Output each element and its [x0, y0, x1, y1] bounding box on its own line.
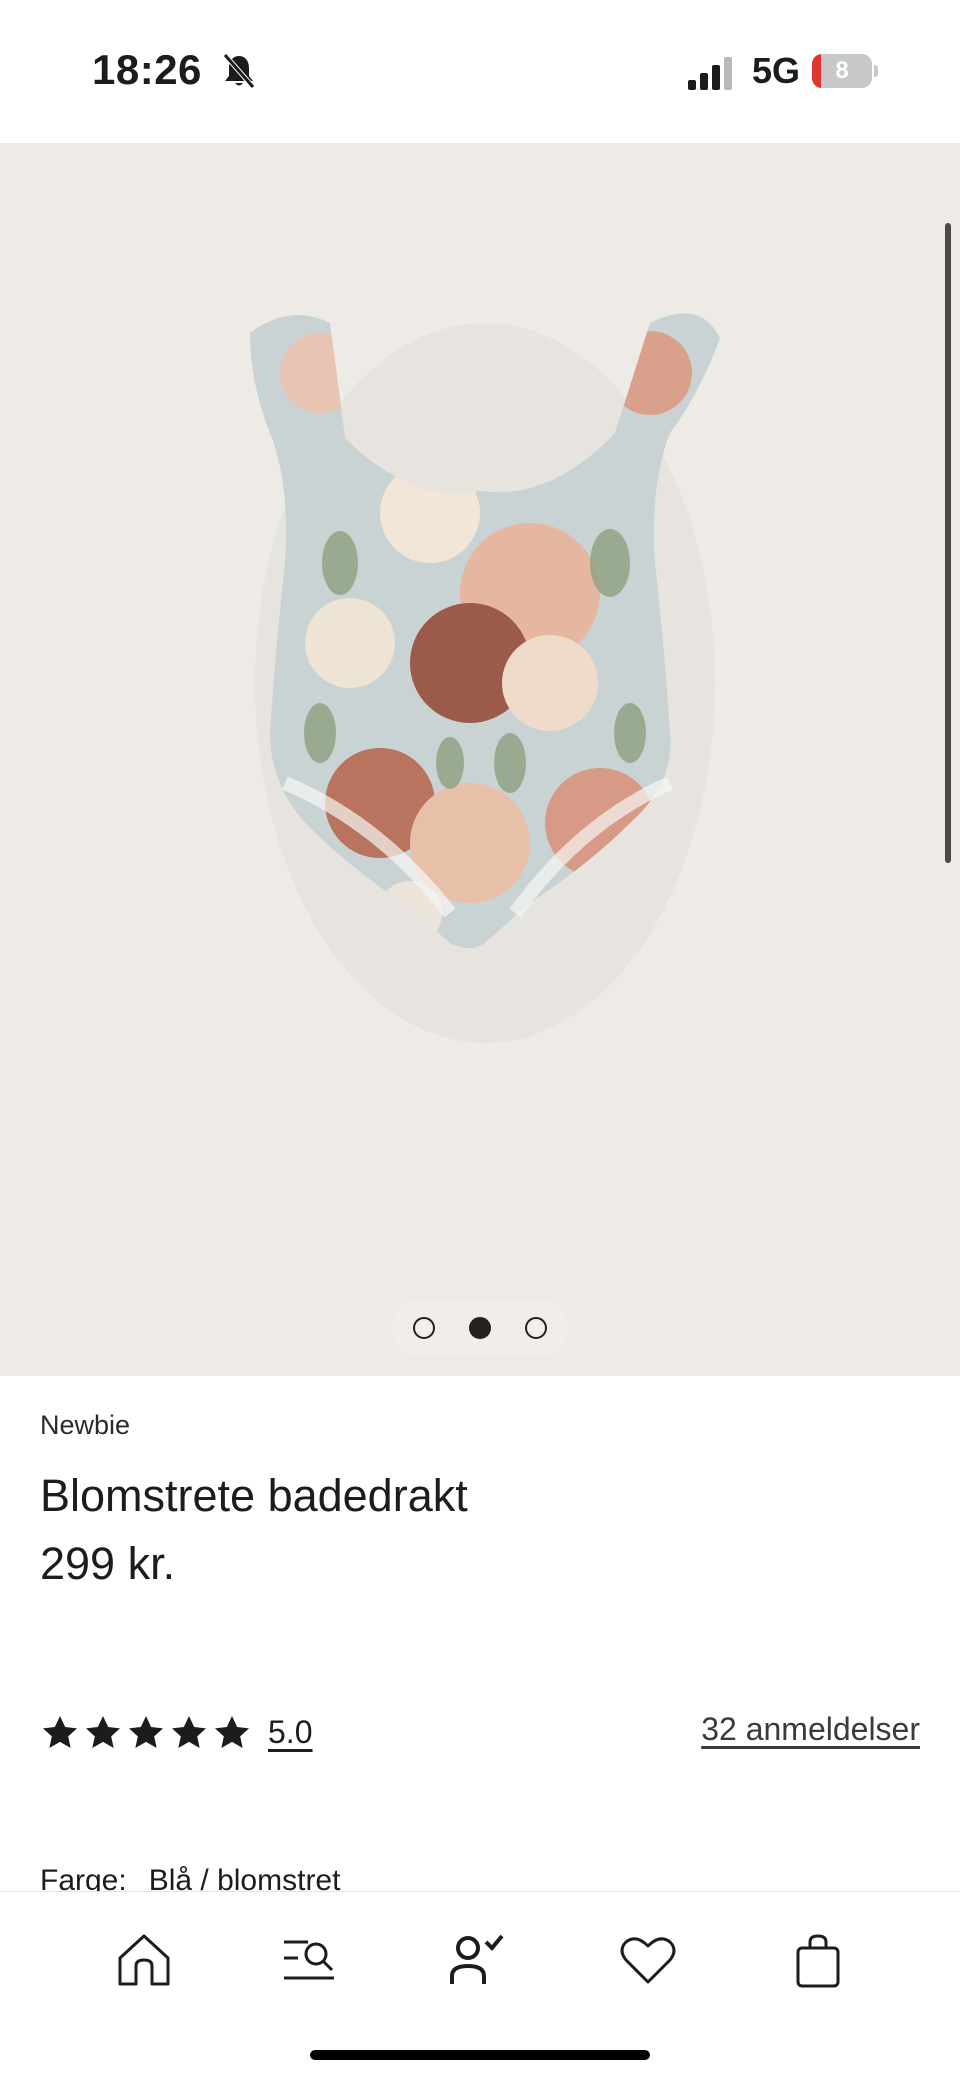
- product-brand[interactable]: Newbie: [40, 1410, 130, 1441]
- star-icon: [43, 1716, 77, 1748]
- star-icon: [172, 1716, 206, 1748]
- home-icon[interactable]: [112, 1928, 176, 1992]
- home-indicator: [310, 2050, 650, 2060]
- network-type: 5G: [752, 50, 801, 91]
- account-icon[interactable]: [444, 1928, 508, 1992]
- rating-stars: [40, 1713, 252, 1753]
- star-icon: [86, 1716, 120, 1748]
- search-filter-icon[interactable]: [278, 1928, 342, 1992]
- product-image[interactable]: [230, 263, 730, 1213]
- status-bar: 18:26 5G 8: [0, 0, 960, 143]
- carousel-dot-3[interactable]: [525, 1317, 547, 1339]
- battery-icon: 8: [812, 54, 878, 88]
- carousel-dot-1[interactable]: [413, 1317, 435, 1339]
- star-icon: [129, 1716, 163, 1748]
- heart-icon[interactable]: [616, 1928, 680, 1992]
- bell-slash-icon: [223, 53, 255, 89]
- carousel-dot-2[interactable]: [469, 1317, 491, 1339]
- reviews-link[interactable]: 32 anmeldelser: [701, 1711, 920, 1748]
- battery-level: 8: [835, 57, 849, 84]
- star-icon: [215, 1716, 249, 1748]
- product-price: 299 kr.: [40, 1538, 176, 1589]
- status-time: 18:26: [92, 46, 202, 93]
- product-title: Blomstrete badedrakt: [40, 1470, 468, 1521]
- bottom-navigation: [0, 1891, 960, 2082]
- rating-value[interactable]: 5.0: [268, 1714, 312, 1751]
- product-image-carousel[interactable]: [0, 143, 960, 1376]
- carousel-pagination: [392, 1300, 568, 1356]
- shopping-bag-icon[interactable]: [786, 1928, 850, 1992]
- signal-icon: [688, 57, 732, 90]
- scroll-indicator[interactable]: [945, 223, 951, 863]
